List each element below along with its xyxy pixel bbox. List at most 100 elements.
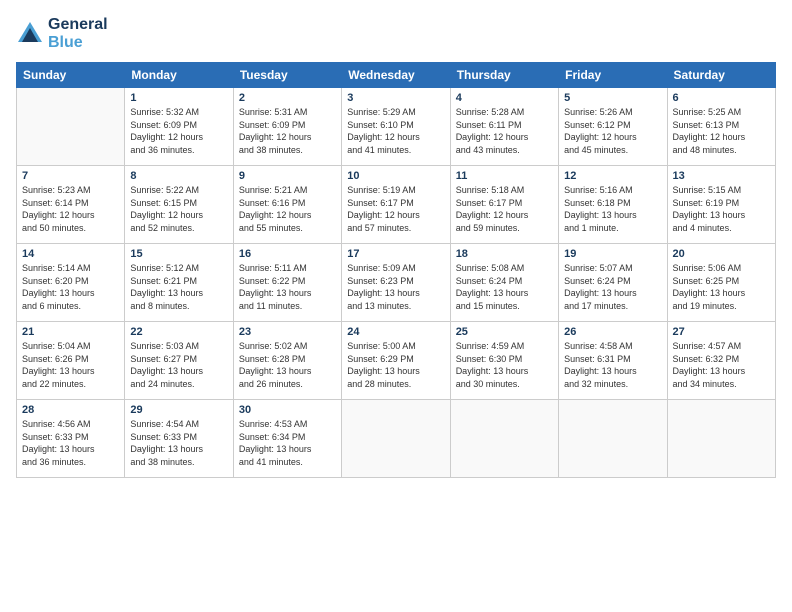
day-number: 12: [564, 170, 661, 182]
calendar-cell: 7 Sunrise: 5:23 AM Sunset: 6:14 PM Daylig…: [17, 166, 125, 244]
day-info: Sunrise: 5:16 AM Sunset: 6:18 PM Dayligh…: [564, 184, 661, 234]
calendar-header-tuesday: Tuesday: [233, 63, 341, 88]
calendar-cell: 23 Sunrise: 5:02 AM Sunset: 6:28 PM Dayli…: [233, 322, 341, 400]
calendar-cell: 12 Sunrise: 5:16 AM Sunset: 6:18 PM Dayli…: [559, 166, 667, 244]
calendar-cell: 30 Sunrise: 4:53 AM Sunset: 6:34 PM Dayli…: [233, 400, 341, 478]
calendar-week-3: 14 Sunrise: 5:14 AM Sunset: 6:20 PM Dayli…: [17, 244, 776, 322]
calendar-cell: 16 Sunrise: 5:11 AM Sunset: 6:22 PM Dayli…: [233, 244, 341, 322]
calendar-week-5: 28Sunrise: 4:56 AM Sunset: 6:33 PM Dayli…: [17, 400, 776, 478]
day-info: Sunrise: 5:04 AM Sunset: 6:26 PM Dayligh…: [22, 340, 119, 390]
calendar-cell: 26 Sunrise: 4:58 AM Sunset: 6:31 PM Dayli…: [559, 322, 667, 400]
calendar-cell: 11 Sunrise: 5:18 AM Sunset: 6:17 PM Dayli…: [450, 166, 558, 244]
day-info: Sunrise: 4:59 AM Sunset: 6:30 PM Dayligh…: [456, 340, 553, 390]
day-info: Sunrise: 5:11 AM Sunset: 6:22 PM Dayligh…: [239, 262, 336, 312]
day-number: 10: [347, 170, 444, 182]
day-number: 1: [130, 92, 227, 104]
day-info: Sunrise: 5:19 AM Sunset: 6:17 PM Dayligh…: [347, 184, 444, 234]
day-number: 30: [239, 404, 336, 416]
calendar-cell: 25 Sunrise: 4:59 AM Sunset: 6:30 PM Dayli…: [450, 322, 558, 400]
day-number: 18: [456, 248, 553, 260]
calendar-cell: [667, 400, 775, 478]
day-info: Sunrise: 5:21 AM Sunset: 6:16 PM Dayligh…: [239, 184, 336, 234]
header: General Blue: [16, 16, 776, 52]
day-info: Sunrise: 4:54 AM Sunset: 6:33 PM Dayligh…: [130, 418, 227, 468]
calendar-cell: 14 Sunrise: 5:14 AM Sunset: 6:20 PM Dayli…: [17, 244, 125, 322]
calendar-cell: [17, 88, 125, 166]
day-info: Sunrise: 5:26 AM Sunset: 6:12 PM Dayligh…: [564, 106, 661, 156]
day-info: Sunrise: 4:58 AM Sunset: 6:31 PM Dayligh…: [564, 340, 661, 390]
calendar-cell: 20Sunrise: 5:06 AM Sunset: 6:25 PM Dayli…: [667, 244, 775, 322]
calendar-cell: 2 Sunrise: 5:31 AM Sunset: 6:09 PM Daylig…: [233, 88, 341, 166]
calendar-header-row: SundayMondayTuesdayWednesdayThursdayFrid…: [17, 63, 776, 88]
calendar-cell: [342, 400, 450, 478]
day-info: Sunrise: 5:02 AM Sunset: 6:28 PM Dayligh…: [239, 340, 336, 390]
day-number: 8: [130, 170, 227, 182]
day-number: 23: [239, 326, 336, 338]
calendar-header-monday: Monday: [125, 63, 233, 88]
day-number: 14: [22, 248, 119, 260]
day-number: 26: [564, 326, 661, 338]
day-number: 25: [456, 326, 553, 338]
calendar-cell: [450, 400, 558, 478]
day-number: 20: [673, 248, 770, 260]
day-info: Sunrise: 5:12 AM Sunset: 6:21 PM Dayligh…: [130, 262, 227, 312]
day-info: Sunrise: 5:09 AM Sunset: 6:23 PM Dayligh…: [347, 262, 444, 312]
page: General Blue SundayMondayTuesdayWednesda…: [0, 0, 792, 612]
day-info: Sunrise: 5:15 AM Sunset: 6:19 PM Dayligh…: [673, 184, 770, 234]
calendar-cell: 10 Sunrise: 5:19 AM Sunset: 6:17 PM Dayli…: [342, 166, 450, 244]
calendar-header-wednesday: Wednesday: [342, 63, 450, 88]
day-info: Sunrise: 5:00 AM Sunset: 6:29 PM Dayligh…: [347, 340, 444, 390]
calendar-cell: 13 Sunrise: 5:15 AM Sunset: 6:19 PM Dayli…: [667, 166, 775, 244]
calendar-header-sunday: Sunday: [17, 63, 125, 88]
day-number: 24: [347, 326, 444, 338]
calendar-cell: 1 Sunrise: 5:32 AM Sunset: 6:09 PM Daylig…: [125, 88, 233, 166]
calendar-cell: 27Sunrise: 4:57 AM Sunset: 6:32 PM Dayli…: [667, 322, 775, 400]
day-info: Sunrise: 5:25 AM Sunset: 6:13 PM Dayligh…: [673, 106, 770, 156]
calendar-cell: 24 Sunrise: 5:00 AM Sunset: 6:29 PM Dayli…: [342, 322, 450, 400]
day-number: 13: [673, 170, 770, 182]
day-info: Sunrise: 5:03 AM Sunset: 6:27 PM Dayligh…: [130, 340, 227, 390]
day-number: 2: [239, 92, 336, 104]
calendar-cell: 4 Sunrise: 5:28 AM Sunset: 6:11 PM Daylig…: [450, 88, 558, 166]
calendar-cell: 21 Sunrise: 5:04 AM Sunset: 6:26 PM Dayli…: [17, 322, 125, 400]
day-info: Sunrise: 5:28 AM Sunset: 6:11 PM Dayligh…: [456, 106, 553, 156]
day-number: 3: [347, 92, 444, 104]
calendar-cell: 22 Sunrise: 5:03 AM Sunset: 6:27 PM Dayli…: [125, 322, 233, 400]
calendar-cell: 17 Sunrise: 5:09 AM Sunset: 6:23 PM Dayli…: [342, 244, 450, 322]
day-number: 7: [22, 170, 119, 182]
day-info: Sunrise: 5:22 AM Sunset: 6:15 PM Dayligh…: [130, 184, 227, 234]
calendar-cell: 19Sunrise: 5:07 AM Sunset: 6:24 PM Dayli…: [559, 244, 667, 322]
day-info: Sunrise: 5:14 AM Sunset: 6:20 PM Dayligh…: [22, 262, 119, 312]
day-number: 22: [130, 326, 227, 338]
calendar-cell: 8 Sunrise: 5:22 AM Sunset: 6:15 PM Daylig…: [125, 166, 233, 244]
calendar-header-friday: Friday: [559, 63, 667, 88]
calendar-week-4: 21 Sunrise: 5:04 AM Sunset: 6:26 PM Dayli…: [17, 322, 776, 400]
day-number: 21: [22, 326, 119, 338]
day-info: Sunrise: 5:18 AM Sunset: 6:17 PM Dayligh…: [456, 184, 553, 234]
calendar-cell: 15Sunrise: 5:12 AM Sunset: 6:21 PM Dayli…: [125, 244, 233, 322]
day-info: Sunrise: 4:53 AM Sunset: 6:34 PM Dayligh…: [239, 418, 336, 468]
day-number: 19: [564, 248, 661, 260]
logo-text: General Blue: [48, 16, 108, 52]
day-info: Sunrise: 5:29 AM Sunset: 6:10 PM Dayligh…: [347, 106, 444, 156]
calendar: SundayMondayTuesdayWednesdayThursdayFrid…: [16, 62, 776, 478]
calendar-header-thursday: Thursday: [450, 63, 558, 88]
calendar-cell: 28Sunrise: 4:56 AM Sunset: 6:33 PM Dayli…: [17, 400, 125, 478]
day-info: Sunrise: 4:56 AM Sunset: 6:33 PM Dayligh…: [22, 418, 119, 468]
calendar-cell: 5 Sunrise: 5:26 AM Sunset: 6:12 PM Daylig…: [559, 88, 667, 166]
day-info: Sunrise: 5:23 AM Sunset: 6:14 PM Dayligh…: [22, 184, 119, 234]
calendar-cell: 18Sunrise: 5:08 AM Sunset: 6:24 PM Dayli…: [450, 244, 558, 322]
calendar-week-2: 7 Sunrise: 5:23 AM Sunset: 6:14 PM Daylig…: [17, 166, 776, 244]
calendar-week-1: 1 Sunrise: 5:32 AM Sunset: 6:09 PM Daylig…: [17, 88, 776, 166]
day-number: 5: [564, 92, 661, 104]
calendar-cell: 6Sunrise: 5:25 AM Sunset: 6:13 PM Daylig…: [667, 88, 775, 166]
day-number: 11: [456, 170, 553, 182]
day-number: 17: [347, 248, 444, 260]
calendar-cell: [559, 400, 667, 478]
logo: General Blue: [16, 16, 108, 52]
day-info: Sunrise: 5:31 AM Sunset: 6:09 PM Dayligh…: [239, 106, 336, 156]
day-number: 4: [456, 92, 553, 104]
day-info: Sunrise: 4:57 AM Sunset: 6:32 PM Dayligh…: [673, 340, 770, 390]
day-info: Sunrise: 5:32 AM Sunset: 6:09 PM Dayligh…: [130, 106, 227, 156]
day-number: 16: [239, 248, 336, 260]
